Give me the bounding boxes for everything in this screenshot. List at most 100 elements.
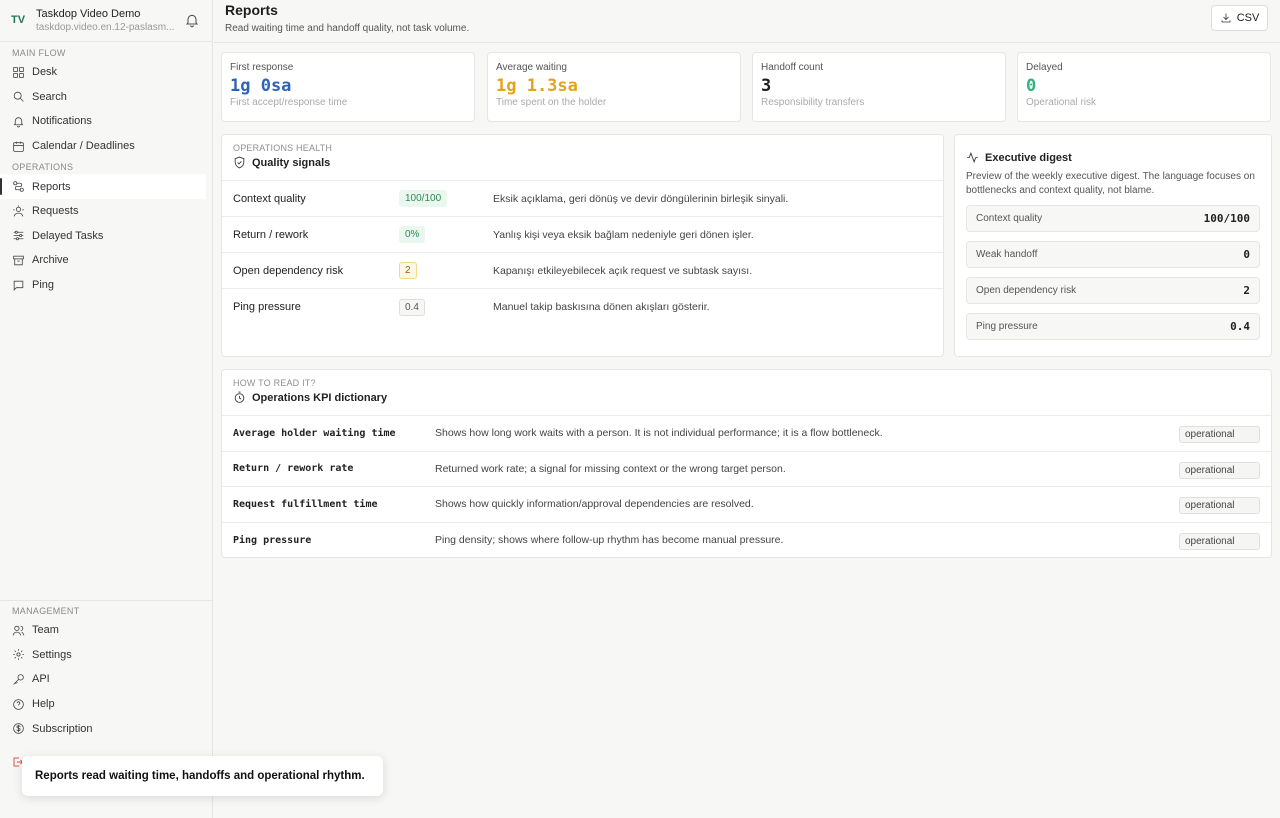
sidebar-item-desk[interactable]: Desk xyxy=(0,60,212,85)
csv-export-button[interactable]: CSV xyxy=(1211,5,1268,31)
sidebar-item-search[interactable]: Search xyxy=(0,85,212,110)
digest-label: Open dependency risk xyxy=(976,285,1077,296)
kpi-value: 3 xyxy=(761,76,772,96)
gear-icon xyxy=(13,649,24,661)
sidebar-item-settings[interactable]: Settings xyxy=(0,643,212,668)
digest-label: Context quality xyxy=(976,213,1043,224)
kpi-dictionary-panel: HOW TO READ IT? Operations KPI dictionar… xyxy=(221,369,1272,558)
dictionary-term: Average holder waiting time xyxy=(233,427,396,439)
users-icon xyxy=(12,625,25,636)
timer-icon xyxy=(234,391,245,403)
sidebar-item-label: API xyxy=(32,673,50,686)
quality-desc: Kapanışı etkileyebilecek açık request ve… xyxy=(493,264,753,277)
people-icon xyxy=(13,205,24,217)
quality-label: Return / rework xyxy=(233,228,309,241)
help-icon xyxy=(13,698,24,710)
dictionary-row: Request fulfillment time Shows how quick… xyxy=(222,487,1271,523)
dictionary-row: Ping pressure Ping density; shows where … xyxy=(222,523,1271,559)
dictionary-tag: operational xyxy=(1179,532,1260,550)
bell-icon[interactable] xyxy=(184,12,200,28)
quality-desc: Manuel takip baskısına dönen akışları gö… xyxy=(493,301,710,313)
dictionary-tag: operational xyxy=(1179,426,1260,443)
sidebar-item-api[interactable]: API xyxy=(0,667,212,692)
quality-row: Context quality 100/100 Eksik açıklama, … xyxy=(222,181,943,217)
quality-row: Return / rework 0% Yanlış kişi veya eksi… xyxy=(222,217,943,253)
workspace-url: taskdop.video.en.12-paslasm... xyxy=(36,21,175,33)
digest-row: Open dependency risk 2 xyxy=(966,277,1260,304)
kpi-hint: First accept/response time xyxy=(230,97,348,108)
kpi-label: Average waiting xyxy=(496,62,567,73)
sidebar-item-calendar[interactable]: Calendar / Deadlines xyxy=(0,134,212,159)
dictionary-row: Return / rework rate Returned work rate;… xyxy=(222,452,1271,487)
kpi-value: 1g 0sa xyxy=(230,76,292,96)
kpi-card-first-response: First response 1g 0sa First accept/respo… xyxy=(221,52,475,122)
sidebar-item-label: Calendar / Deadlines xyxy=(32,140,135,153)
digest-label: Ping pressure xyxy=(976,321,1038,332)
kpi-label: Handoff count xyxy=(761,62,824,73)
dollar-icon xyxy=(13,723,24,734)
workspace-name: Taskdop Video Demo xyxy=(36,7,141,20)
quality-badge: 0% xyxy=(399,226,426,243)
kpi-card-average-waiting: Average waiting 1g 1.3sa Time spent on t… xyxy=(487,52,741,122)
key-icon xyxy=(13,674,24,685)
sidebar-item-help[interactable]: Help xyxy=(0,692,212,717)
sidebar-item-label: Ping xyxy=(32,279,55,292)
sidebar-item-notifications[interactable]: Notifications xyxy=(0,109,212,134)
sidebar-item-label: Requests xyxy=(32,205,79,218)
digest-value: 2 xyxy=(1243,284,1250,297)
sidebar-item-requests[interactable]: Requests xyxy=(0,199,212,224)
sidebar-item-team[interactable]: Team xyxy=(0,618,212,643)
calendar-icon xyxy=(13,141,24,152)
dictionary-tag: operational xyxy=(1179,497,1260,514)
search-icon xyxy=(13,92,24,103)
bell-icon xyxy=(13,117,24,128)
sidebar-item-delayed-tasks[interactable]: Delayed Tasks xyxy=(0,224,212,249)
sidebar-item-label: Delayed Tasks xyxy=(32,229,104,242)
workspace-switcher[interactable]: TV Taskdop Video Demo taskdop.video.en.1… xyxy=(0,0,212,36)
dictionary-desc: Ping density; shows where follow-up rhyt… xyxy=(435,534,784,547)
kpi-value: 0 xyxy=(1026,76,1037,96)
section-title-management: MANAGEMENT xyxy=(12,606,80,616)
page-header: Reports Read waiting time and handoff qu… xyxy=(214,0,1280,43)
page-subtitle: Read waiting time and handoff quality, n… xyxy=(225,23,470,34)
sidebar-item-label: Desk xyxy=(32,66,58,79)
sidebar-item-label: Settings xyxy=(32,648,72,661)
panel-eyebrow: HOW TO READ IT? xyxy=(233,378,316,388)
quality-signals-panel: OPERATIONS HEALTH Quality signals Contex… xyxy=(221,134,944,357)
workspace-avatar: TV xyxy=(10,14,26,26)
dictionary-desc: Returned work rate; a signal for missing… xyxy=(435,462,786,475)
sidebar-item-subscription[interactable]: Subscription xyxy=(0,716,212,741)
sidebar-item-label: Help xyxy=(32,698,55,711)
kpi-hint: Responsibility transfers xyxy=(761,97,865,108)
sidebar-item-label: Team xyxy=(32,624,59,637)
kpi-card-handoff-count: Handoff count 3 Responsibility transfers xyxy=(752,52,1006,122)
sidebar-item-label: Search xyxy=(32,90,67,103)
panel-title: Operations KPI dictionary xyxy=(233,391,1260,404)
digest-value: 0.4 xyxy=(1230,320,1250,333)
sidebar-item-label: Archive xyxy=(32,254,69,267)
quality-row: Ping pressure 0.4 Manuel takip baskısına… xyxy=(222,289,943,325)
quality-badge: 100/100 xyxy=(399,190,448,207)
digest-row: Context quality 100/100 xyxy=(966,205,1260,232)
kpi-label: Delayed xyxy=(1026,62,1063,73)
sidebar-item-label: Subscription xyxy=(32,722,93,735)
section-title-operations: OPERATIONS xyxy=(12,162,74,173)
sidebar-item-ping[interactable]: Ping xyxy=(0,273,212,298)
digest-row: Weak handoff 0 xyxy=(966,241,1260,268)
quality-row: Open dependency risk 2 Kapanışı etkileye… xyxy=(222,253,943,289)
sidebar-item-label: Notifications xyxy=(32,115,92,128)
sidebar-item-reports[interactable]: Reports xyxy=(0,174,206,199)
dictionary-row: Average holder waiting time Shows how lo… xyxy=(222,416,1271,452)
panel-title: Executive digest xyxy=(955,138,1271,164)
dictionary-term: Request fulfillment time xyxy=(233,498,378,510)
sidebar-item-archive[interactable]: Archive xyxy=(0,248,212,273)
kpi-card-delayed: Delayed 0 Operational risk xyxy=(1017,52,1271,122)
quality-label: Context quality xyxy=(233,192,306,205)
dictionary-desc: Shows how long work waits with a person.… xyxy=(435,427,883,440)
dictionary-tag: operational xyxy=(1179,461,1260,479)
digest-value: 100/100 xyxy=(1203,212,1250,225)
digest-row: Ping pressure 0.4 xyxy=(966,313,1260,340)
dictionary-desc: Shows how quickly information/approval d… xyxy=(435,498,754,511)
page-title: Reports xyxy=(225,2,278,18)
activity-icon xyxy=(967,151,978,164)
